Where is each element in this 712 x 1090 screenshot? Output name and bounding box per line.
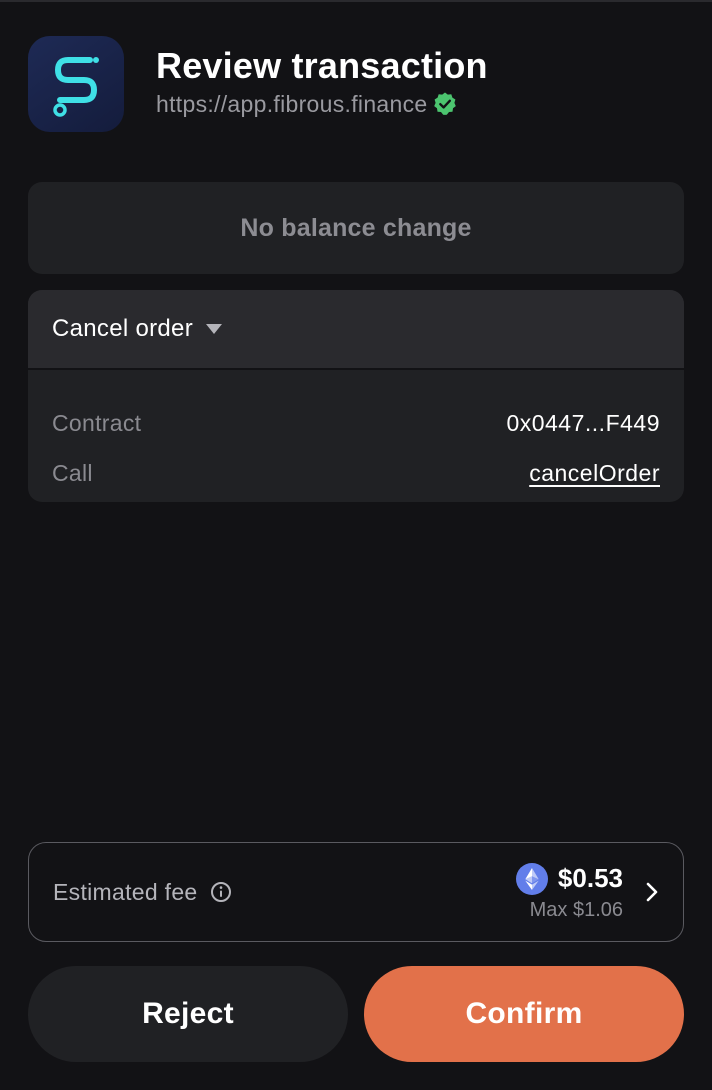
contract-address: 0x0447...F449: [506, 409, 660, 436]
transaction-details-card: Cancel order Contract 0x0447...F449 Call…: [28, 290, 684, 502]
origin-row: https://app.fibrous.finance: [156, 91, 488, 118]
origin-url: https://app.fibrous.finance: [156, 90, 428, 117]
fee-amounts: $0.53 Max $1.06: [515, 862, 623, 922]
verified-check-icon: [432, 91, 458, 117]
fee-label: Estimated fee: [53, 878, 198, 905]
contract-row: Contract 0x0447...F449: [52, 398, 660, 448]
fee-main-row: $0.53: [515, 862, 623, 895]
contract-label: Contract: [52, 409, 142, 436]
info-icon[interactable]: [210, 881, 232, 903]
balance-change-card: No balance change: [28, 182, 684, 274]
chevron-right-icon: [645, 881, 659, 903]
call-row: Call cancelOrder: [52, 448, 660, 498]
fee-max: Max $1.06: [529, 898, 623, 921]
reject-button[interactable]: Reject: [28, 966, 348, 1062]
balance-change-text: No balance change: [240, 213, 472, 242]
header: Review transaction https://app.fibrous.f…: [28, 36, 488, 132]
page-title: Review transaction: [156, 44, 488, 86]
review-transaction-window: Review transaction https://app.fibrous.f…: [0, 0, 712, 1090]
confirm-button[interactable]: Confirm: [364, 966, 684, 1062]
caret-down-icon: [205, 323, 223, 335]
eth-icon: [515, 862, 548, 895]
transaction-body: Contract 0x0447...F449 Call cancelOrder: [28, 370, 684, 498]
fee-right: $0.53 Max $1.06: [515, 862, 659, 922]
call-label: Call: [52, 459, 93, 486]
fibrous-logo-icon: [28, 36, 124, 132]
transaction-title: Cancel order: [52, 315, 194, 342]
call-function-link[interactable]: cancelOrder: [529, 460, 660, 487]
fee-amount: $0.53: [557, 863, 623, 893]
header-titles: Review transaction https://app.fibrous.f…: [156, 45, 488, 118]
transaction-toggle[interactable]: Cancel order: [28, 290, 684, 370]
estimated-fee-box[interactable]: Estimated fee $0.53 Max $1.06: [28, 842, 684, 942]
